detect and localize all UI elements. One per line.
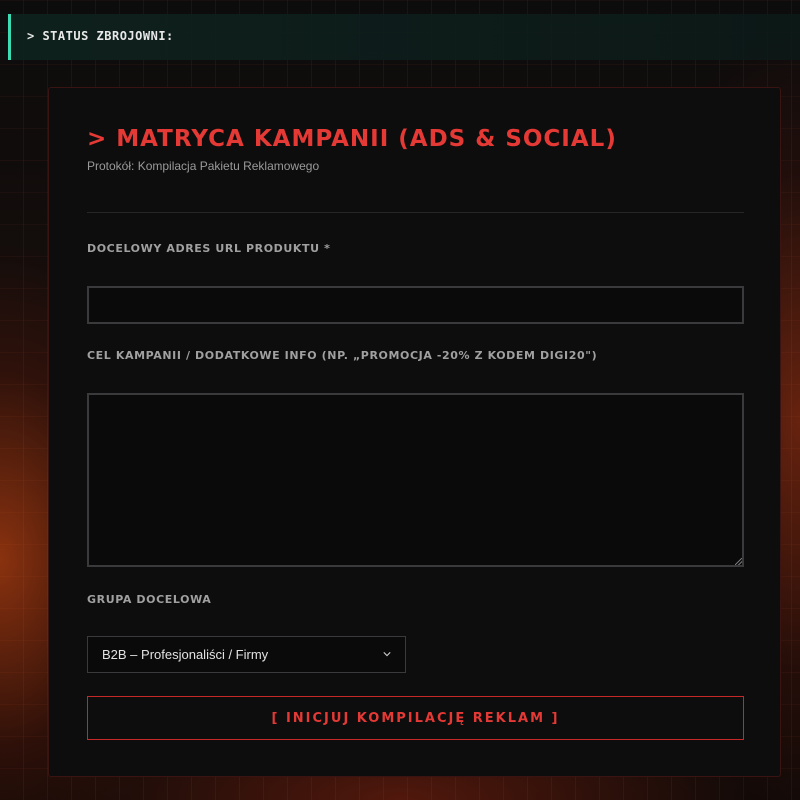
chevron-down-icon [383,652,391,657]
status-label: > STATUS ZBROJOWNI: [27,29,174,43]
audience-field-label: GRUPA DOCELOWA [87,593,212,606]
divider [87,212,744,213]
status-bar: > STATUS ZBROJOWNI: [8,14,800,60]
compile-ads-button[interactable]: [ INICJUJ KOMPILACJĘ REKLAM ] [87,696,744,740]
campaign-form-card: > MATRYCA KAMPANII (ADS & SOCIAL) Protok… [48,87,781,777]
form-subtitle: Protokół: Kompilacja Pakietu Reklamowego [87,159,320,173]
campaign-goal-textarea[interactable] [87,393,744,567]
resize-grip-icon[interactable] [735,558,742,565]
product-url-input[interactable] [87,286,744,324]
target-group-select[interactable]: B2B – Profesjonaliści / Firmy [87,636,406,673]
form-title: > MATRYCA KAMPANII (ADS & SOCIAL) [87,126,617,152]
compile-ads-button-label: [ INICJUJ KOMPILACJĘ REKLAM ] [271,711,560,726]
url-field-label: DOCELOWY ADRES URL PRODUKTU * [87,242,331,255]
goal-field-label: CEL KAMPANII / DODATKOWE INFO (NP. „PROM… [87,349,598,362]
target-group-selected-value: B2B – Profesjonaliści / Firmy [102,647,269,662]
